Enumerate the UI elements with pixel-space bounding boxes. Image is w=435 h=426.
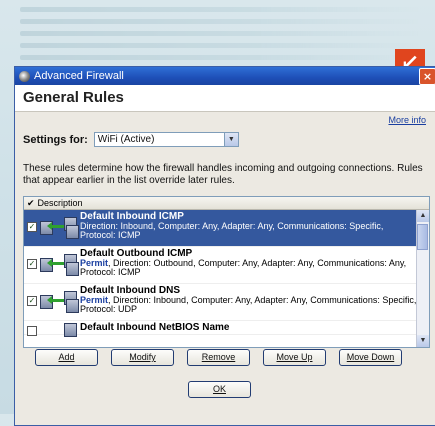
chevron-down-icon[interactable]: ▼ (223, 133, 238, 146)
window-title: Advanced Firewall (34, 70, 124, 82)
table-row[interactable]: ✓ Default Inbound ICMP Direction: Inboun… (24, 210, 417, 247)
header: General Rules (15, 85, 435, 112)
scroll-down-icon[interactable]: ▼ (417, 335, 429, 347)
settings-value: WiFi (Active) (97, 134, 155, 145)
rule-details: , Direction: Inbound, Computer: Any, Ada… (108, 295, 417, 305)
rule-protocol: Protocol: ICMP (80, 267, 141, 277)
network-rule-icon (40, 215, 79, 239)
rule-checkbox[interactable] (27, 326, 37, 336)
page-title: General Rules (23, 89, 124, 106)
more-info-link[interactable]: More info (388, 115, 426, 125)
settings-dropdown[interactable]: WiFi (Active) ▼ (93, 132, 239, 147)
rules-rows: ✓ Default Inbound ICMP Direction: Inboun… (24, 210, 417, 337)
rules-description: These rules determine how the firewall h… (23, 163, 423, 186)
app-icon (19, 70, 30, 82)
rule-protocol: Protocol: ICMP (80, 230, 141, 240)
rule-checkbox[interactable]: ✓ (27, 259, 37, 269)
rule-checkbox[interactable]: ✓ (27, 222, 37, 232)
column-header[interactable]: ✔ Description (24, 197, 429, 210)
settings-label: Settings for: (23, 133, 88, 146)
table-row[interactable]: ✓ Default Outbound ICMP Permit, Directio… (24, 247, 417, 284)
modify-button[interactable]: Modify (111, 349, 174, 366)
move-up-button[interactable]: Move Up (263, 349, 326, 366)
network-rule-icon (40, 252, 79, 276)
title-bar[interactable]: Advanced Firewall × (15, 67, 435, 85)
settings-row: Settings for: WiFi (Active) ▼ (23, 132, 239, 147)
remove-button[interactable]: Remove (187, 349, 250, 366)
rule-title: Default Inbound NetBIOS Name (80, 322, 230, 333)
ok-button[interactable]: OK (188, 381, 251, 398)
network-rule-icon (40, 323, 78, 337)
rule-details: , Direction: Outbound, Computer: Any, Ad… (108, 258, 407, 268)
network-rule-icon (40, 289, 79, 313)
table-row[interactable]: Default Inbound NetBIOS Name (24, 321, 417, 337)
scroll-thumb[interactable] (417, 224, 428, 250)
rule-buttons: Add Modify Remove Move Up Move Down (35, 349, 402, 366)
rules-list[interactable]: ✔ Description ✓ Default Inbound ICMP Dir… (23, 196, 430, 348)
move-down-button[interactable]: Move Down (339, 349, 402, 366)
add-button[interactable]: Add (35, 349, 98, 366)
column-header-label: Description (37, 198, 83, 208)
scroll-up-icon[interactable]: ▲ (417, 210, 429, 222)
background-text (20, 0, 420, 60)
table-row[interactable]: ✓ Default Inbound DNS Permit, Direction:… (24, 284, 417, 321)
rule-checkbox[interactable]: ✓ (27, 296, 37, 306)
close-button[interactable]: × (419, 67, 435, 85)
list-scrollbar[interactable]: ▲ ▼ (416, 210, 429, 347)
advanced-firewall-window: Advanced Firewall × General Rules More i… (14, 66, 435, 426)
rule-protocol: Protocol: UDP (80, 304, 138, 314)
check-icon: ✔ (27, 198, 35, 208)
